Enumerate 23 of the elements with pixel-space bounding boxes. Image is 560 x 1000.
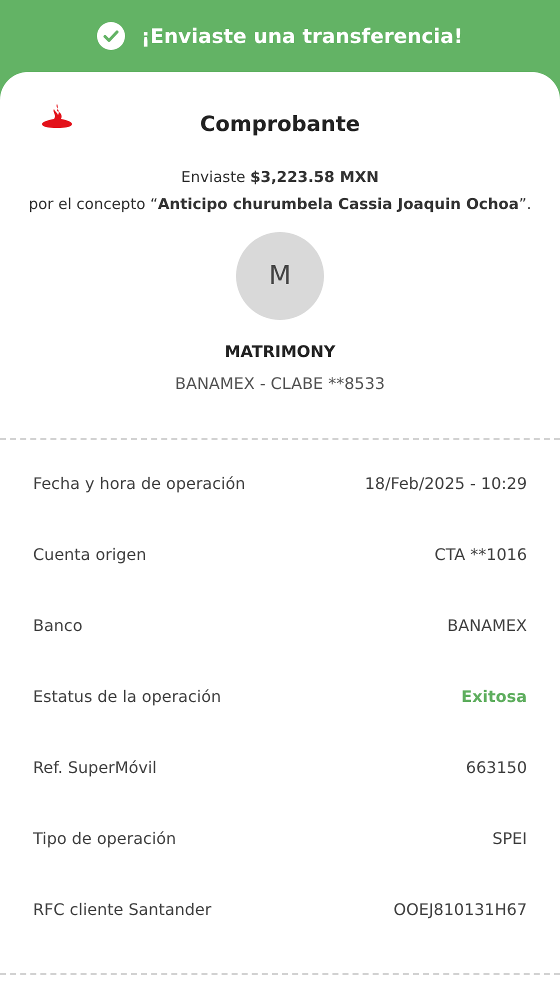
recipient-name: MATRIMONY	[224, 341, 336, 363]
flame-logo-icon	[42, 104, 72, 128]
detail-label: Fecha y hora de operación	[33, 472, 246, 494]
detail-value: BANAMEX	[447, 614, 527, 636]
detail-value: Exitosa	[461, 686, 527, 708]
detail-label: Cuenta origen	[33, 544, 146, 566]
summary-text: por el concepto “Anticipo churumbela Cassia Joaquin Ochoa”.	[28, 194, 532, 215]
banner-title: ¡Enviaste una transferencia!	[141, 23, 463, 50]
detail-label: Banco	[33, 614, 83, 636]
summary-text: Enviaste $3,223.58 MXN	[181, 167, 379, 188]
detail-value: OOEJ810131H67	[394, 898, 527, 920]
check-circle-icon	[97, 22, 126, 50]
detail-label: RFC cliente Santander	[33, 898, 212, 920]
detail-label: Estatus de la operación	[33, 686, 222, 708]
receipt-title: Comprobante	[200, 111, 360, 138]
detail-value: 18/Feb/2025 - 10:29	[364, 472, 527, 494]
detail-label: Tipo de operación	[33, 828, 176, 850]
detail-value: 663150	[466, 756, 527, 778]
detail-label: Ref. SuperMóvil	[33, 756, 157, 778]
recipient-account: BANAMEX - CLABE **8533	[175, 373, 385, 395]
avatar: M	[236, 232, 324, 320]
detail-value: SPEI	[492, 828, 527, 850]
detail-value: CTA **1016	[434, 544, 527, 566]
